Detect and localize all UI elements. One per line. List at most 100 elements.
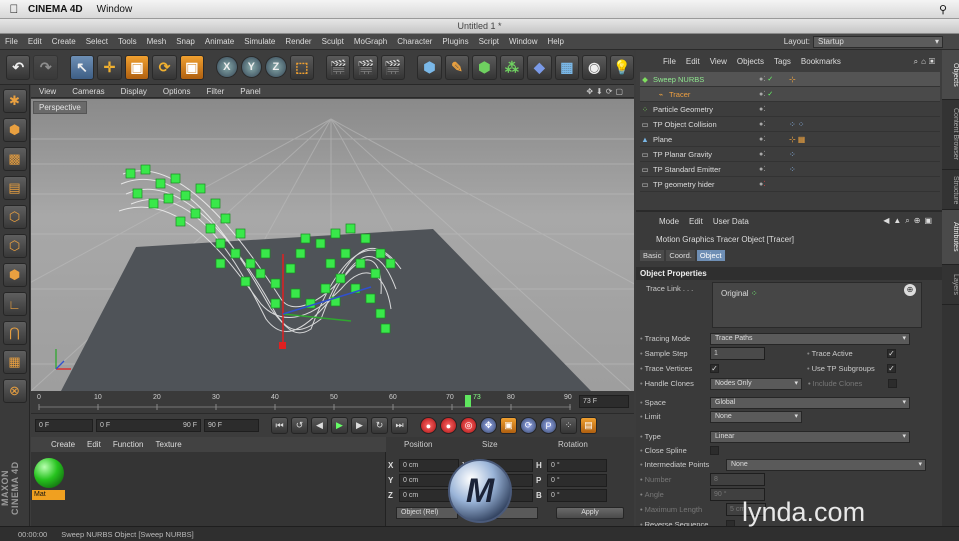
render-view-icon[interactable]: 🎬 xyxy=(325,54,351,80)
type-select[interactable]: Linear xyxy=(710,430,910,443)
spline-pen-icon[interactable]: ✎ xyxy=(444,54,470,80)
viewport-nav-icons[interactable]: ✥⬇⟳▢ xyxy=(578,87,634,96)
menu-mograph[interactable]: MoGraph xyxy=(349,37,392,46)
render-settings-icon[interactable]: 🎬 xyxy=(380,54,406,80)
mac-window-menu[interactable]: Window xyxy=(97,4,133,15)
object-row-plane[interactable]: ▲ Plane ●⁚ ⊹▦ xyxy=(640,132,940,147)
enabled-check[interactable]: ✓ xyxy=(767,76,773,83)
step-back-icon[interactable]: ◀ xyxy=(311,417,328,434)
object-tags[interactable]: ⊹▦ xyxy=(789,135,807,144)
attribute-menu-user-data[interactable]: User Data xyxy=(708,217,754,226)
move-icon[interactable]: ✛ xyxy=(97,54,122,80)
frame-range-slider[interactable]: 0 F 90 F xyxy=(96,419,201,432)
visibility-dots[interactable]: ●⁚ xyxy=(759,105,789,113)
trace-link-item[interactable]: Original ⁘ xyxy=(721,289,758,298)
menu-plugins[interactable]: Plugins xyxy=(437,37,473,46)
lock-workplane-icon[interactable]: ▦ xyxy=(2,350,27,374)
undo-icon[interactable]: ↶ xyxy=(6,54,31,80)
x-axis-lock-icon[interactable]: X xyxy=(216,56,238,78)
light-icon[interactable]: 💡 xyxy=(609,54,634,80)
viewport-menu-view[interactable]: View xyxy=(31,87,64,96)
menu-sculpt[interactable]: Sculpt xyxy=(317,37,349,46)
object-menu-file[interactable]: File xyxy=(658,57,681,66)
menu-select[interactable]: Select xyxy=(81,37,113,46)
position-key-icon[interactable]: ✥ xyxy=(480,417,497,434)
edges-mode-icon[interactable]: ⬡ xyxy=(2,234,27,258)
trace-active-checkbox[interactable]: ✓ xyxy=(887,349,896,358)
workplane-icon[interactable]: ▤ xyxy=(2,176,27,200)
layout-select[interactable]: Startup xyxy=(813,35,943,48)
camera-icon[interactable]: ◉ xyxy=(582,54,607,80)
visibility-dots[interactable]: ●⁚ xyxy=(759,180,789,188)
handle-clones-select[interactable]: Nodes Only xyxy=(710,377,802,390)
position-x-field[interactable]: 0 cm xyxy=(399,459,459,472)
menu-help[interactable]: Help xyxy=(542,37,568,46)
points-mode-icon[interactable]: ⬡ xyxy=(2,205,27,229)
autokey-icon[interactable]: ● xyxy=(440,417,457,434)
object-row-tp-geometry-hider[interactable]: ▭ TP geometry hider ●⁚ xyxy=(640,177,940,192)
step-forward-icon[interactable]: ▶ xyxy=(351,417,368,434)
go-to-start-icon[interactable]: ⏮ xyxy=(271,417,288,434)
menu-simulate[interactable]: Simulate xyxy=(239,37,280,46)
keyframe-selection-icon[interactable]: ◎ xyxy=(460,417,477,434)
use-tp-subgroups-checkbox[interactable]: ✓ xyxy=(887,364,896,373)
object-row-sweep-nurbs[interactable]: ◆ Sweep NURBS ●⁚ ✓ ⊹ xyxy=(640,72,940,87)
coord-mode-select[interactable]: Object (Rel) xyxy=(396,507,458,519)
y-axis-lock-icon[interactable]: Y xyxy=(240,56,263,78)
viewport-menu-options[interactable]: Options xyxy=(155,87,199,96)
material-menu-create[interactable]: Create xyxy=(45,440,81,449)
object-row-tracer[interactable]: ⌁ Tracer ●⁚ ✓ xyxy=(640,87,940,102)
attribute-menu-edit[interactable]: Edit xyxy=(684,217,708,226)
rotation-b-field[interactable]: 0 ° xyxy=(547,489,607,502)
timeline-window-icon[interactable]: ▤ xyxy=(580,417,597,434)
visibility-dots[interactable]: ●⁚ ✓ xyxy=(759,75,789,83)
nurbs-icon[interactable]: ⬢ xyxy=(472,54,497,80)
limit-select[interactable]: None xyxy=(710,410,802,423)
record-active-icon[interactable]: ● xyxy=(420,417,437,434)
close-spline-checkbox[interactable] xyxy=(710,446,719,455)
side-tab-content-browser[interactable]: Content Browser xyxy=(942,100,959,170)
object-menu-tags[interactable]: Tags xyxy=(769,57,796,66)
visibility-dots[interactable]: ●⁚ xyxy=(759,120,789,128)
snap-magnet-icon[interactable]: ⋂ xyxy=(2,321,27,345)
deformer-icon[interactable]: ◆ xyxy=(527,54,552,80)
object-menu-edit[interactable]: Edit xyxy=(681,57,705,66)
menu-edit[interactable]: Edit xyxy=(23,37,47,46)
planar-workplane-icon[interactable]: ⊗ xyxy=(2,379,27,403)
number-field[interactable]: 8 xyxy=(710,473,765,486)
z-axis-lock-icon[interactable]: Z xyxy=(265,56,287,78)
floor-icon[interactable]: ▦ xyxy=(554,54,580,80)
trace-vertices-checkbox[interactable]: ✓ xyxy=(710,364,719,373)
material-menu-texture[interactable]: Texture xyxy=(150,440,188,449)
visibility-dots[interactable]: ●⁚ xyxy=(759,165,789,173)
viewport-menu-cameras[interactable]: Cameras xyxy=(64,87,112,96)
model-mode-icon[interactable]: ⬢ xyxy=(2,118,27,142)
tracing-mode-select[interactable]: Trace Paths xyxy=(710,332,910,345)
side-tab-attributes[interactable]: Attributes xyxy=(942,210,959,265)
object-row-particle-geometry[interactable]: ⁘ Particle Geometry ●⁚ xyxy=(640,102,940,117)
object-row-tp-planar-gravity[interactable]: ▭ TP Planar Gravity ●⁚ ⁘ xyxy=(640,147,940,162)
object-manager-nav-icons[interactable]: ⌕⌂▣ xyxy=(909,57,942,67)
object-menu-objects[interactable]: Objects xyxy=(732,57,769,66)
rotation-key-icon[interactable]: ⟳ xyxy=(520,417,537,434)
tab-coord[interactable]: Coord. xyxy=(666,250,695,261)
object-menu-bookmarks[interactable]: Bookmarks xyxy=(796,57,846,66)
object-tags[interactable]: ⊹ xyxy=(789,75,798,84)
menu-tools[interactable]: Tools xyxy=(113,37,142,46)
attribute-nav-icons[interactable]: ◀▲⌕⊕▣ xyxy=(878,216,942,226)
recent-tool-icon[interactable]: ▣ xyxy=(179,54,205,80)
side-tab-layers[interactable]: Layers xyxy=(942,265,959,305)
polygons-mode-icon[interactable]: ⬢ xyxy=(2,263,27,287)
play-icon[interactable]: ▶ xyxy=(331,417,348,434)
side-tab-structure[interactable]: Structure xyxy=(942,170,959,210)
app-name[interactable]: CINEMA 4D xyxy=(28,4,83,15)
object-tags[interactable]: ⁘ xyxy=(789,150,798,159)
menu-character[interactable]: Character xyxy=(392,37,437,46)
menu-snap[interactable]: Snap xyxy=(171,37,200,46)
end-frame-field[interactable]: 90 F xyxy=(204,419,259,432)
rotate-icon[interactable]: ⟳ xyxy=(152,54,177,80)
menu-animate[interactable]: Animate xyxy=(200,37,239,46)
tab-basic[interactable]: Basic xyxy=(640,250,665,261)
attribute-menu-mode[interactable]: Mode xyxy=(654,217,684,226)
intermediate-points-select[interactable]: None xyxy=(726,458,926,471)
